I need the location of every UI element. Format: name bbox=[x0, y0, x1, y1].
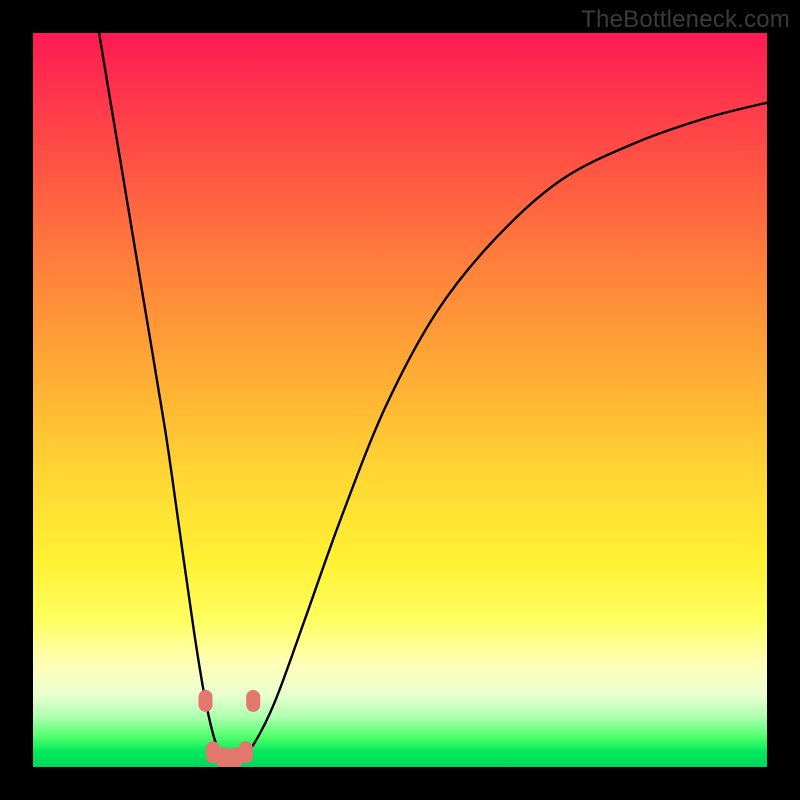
curve-markers bbox=[199, 690, 261, 767]
curve-layer bbox=[33, 33, 767, 767]
curve-marker bbox=[199, 690, 213, 712]
curve-marker bbox=[239, 741, 253, 763]
chart-frame: TheBottleneck.com bbox=[0, 0, 800, 800]
bottleneck-curve bbox=[99, 33, 767, 762]
plot-area bbox=[33, 33, 767, 767]
watermark-text: TheBottleneck.com bbox=[581, 6, 790, 34]
curve-marker bbox=[246, 690, 260, 712]
